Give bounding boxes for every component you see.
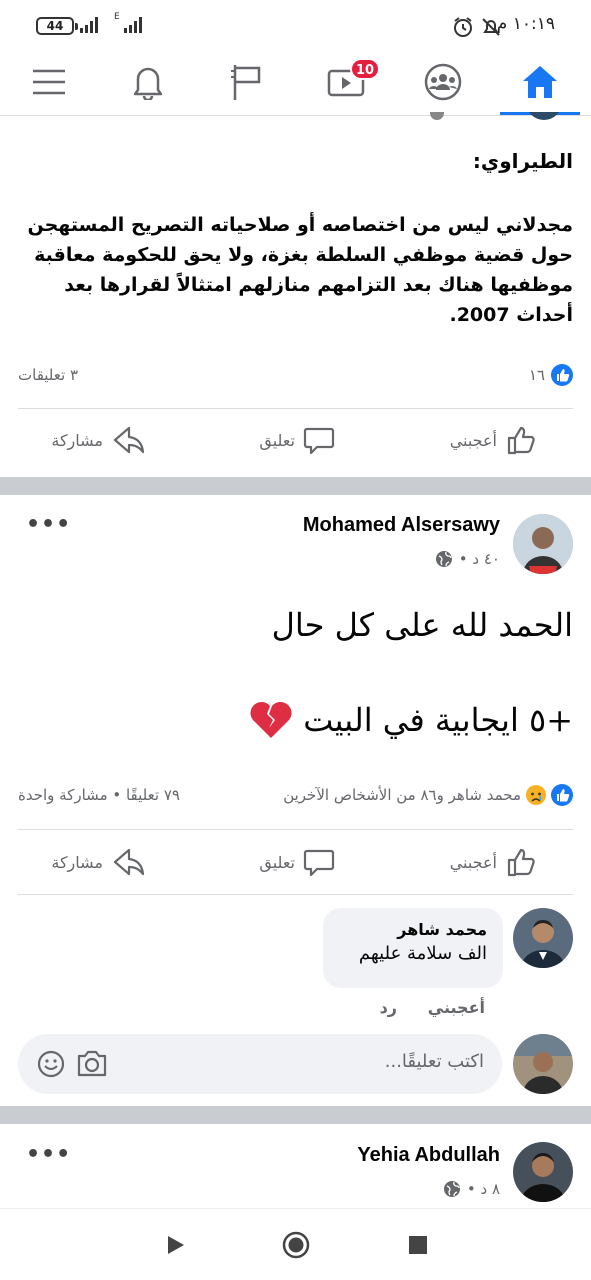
more-options-icon[interactable]: ••• (26, 512, 71, 537)
home-button[interactable] (500, 50, 580, 115)
pages-button[interactable] (207, 50, 287, 114)
comment-bubble[interactable]: محمد شاهر الف سلامة عليهم (323, 908, 503, 988)
comment-author[interactable]: محمد شاهر (339, 920, 487, 939)
notification-badge: 10 (350, 58, 380, 80)
post2-stats[interactable]: ٧٩ تعليقًا • مشاركة واحدة (18, 786, 180, 804)
feed-separator (0, 477, 591, 495)
comment-text: الف سلامة عليهم (358, 943, 487, 964)
post1-comments-count[interactable]: ٣ تعليقات (18, 366, 78, 384)
divider (18, 829, 573, 830)
groups-button[interactable] (403, 50, 483, 114)
comment-icon (303, 849, 335, 877)
like-icon (507, 848, 535, 877)
groups-icon (424, 63, 462, 101)
post2-line2-row: +٥ ايجابية في البيت (249, 700, 573, 740)
write-comment-input[interactable]: اكتب تعليقًا... (18, 1034, 502, 1094)
post1-text: مجدلاني ليس من اختصاصه أو صلاحياته التصر… (27, 214, 573, 326)
signal-icon-2 (124, 17, 142, 33)
post3-author[interactable]: Yehia Abdullah (357, 1144, 500, 1167)
recents-icon[interactable] (408, 1235, 428, 1255)
post2-like-button[interactable]: أعجبني (450, 846, 537, 878)
signal-icon (80, 17, 98, 33)
post3-time: ٨ د • (443, 1180, 500, 1198)
menu-button[interactable] (9, 50, 89, 114)
like-reaction-icon (551, 784, 573, 806)
post2-share-button[interactable]: مشاركة (51, 846, 145, 878)
post1-author-line: الطيراوي: (472, 149, 573, 173)
back-icon[interactable] (165, 1234, 187, 1256)
battery-indicator: 44 (36, 17, 78, 35)
network-type: E (114, 12, 120, 22)
comment-avatar[interactable] (513, 908, 573, 968)
menu-icon (33, 69, 65, 95)
divider (18, 408, 573, 409)
emoji-icon[interactable] (36, 1049, 66, 1079)
post2-line2: +٥ ايجابية في البيت (303, 701, 573, 739)
status-bar: 44 E ١٠:١٩ م (0, 0, 591, 50)
share-icon (113, 426, 145, 454)
post1-share-button[interactable]: مشاركة (51, 424, 145, 456)
post2-reactions[interactable]: محمد شاهر و٨٦ من الأشخاص الآخرين (283, 784, 573, 806)
post2-line1: الحمد لله على كل حال (271, 606, 573, 644)
post2-comment-button[interactable]: تعليق (259, 846, 335, 878)
system-nav-bar (0, 1208, 591, 1280)
post1-like-button[interactable]: أعجبني (450, 424, 537, 456)
comment-reply-link[interactable]: رد (380, 998, 397, 1017)
like-reaction-icon (551, 364, 573, 386)
like-icon (507, 426, 535, 455)
post1-header-cutoff (430, 112, 570, 120)
globe-icon (443, 1181, 460, 1197)
avatar[interactable] (513, 514, 573, 574)
feed-separator (0, 1106, 591, 1124)
home-circle-icon[interactable] (282, 1231, 310, 1259)
post1-comment-button[interactable]: تعليق (259, 424, 335, 456)
home-icon (523, 66, 557, 98)
camera-icon[interactable] (76, 1048, 108, 1078)
notifications-button[interactable] (108, 50, 188, 114)
sad-reaction-icon (526, 785, 546, 805)
write-comment-placeholder: اكتب تعليقًا... (384, 1051, 484, 1072)
more-options-icon[interactable]: ••• (26, 1142, 71, 1167)
flag-icon (231, 65, 261, 100)
my-avatar[interactable] (513, 1034, 573, 1094)
post3-avatar[interactable] (513, 1142, 573, 1202)
watch-button[interactable]: 10 (306, 50, 386, 114)
broken-heart-icon (250, 701, 292, 738)
clock: ١٠:١٩ م (496, 14, 555, 34)
globe-icon (435, 551, 452, 567)
alarm-icon (454, 17, 472, 37)
share-icon (113, 848, 145, 876)
top-nav: 10 (0, 50, 591, 116)
post2-author[interactable]: Mohamed Alsersawy (303, 514, 500, 537)
post1-likes[interactable]: ١٦ (529, 364, 573, 386)
post2-time: ٤٠ د • (435, 550, 500, 568)
divider (18, 894, 573, 895)
comment-like-link[interactable]: أعجبني (428, 998, 485, 1017)
bell-icon (133, 67, 163, 100)
comment-icon (303, 427, 335, 455)
